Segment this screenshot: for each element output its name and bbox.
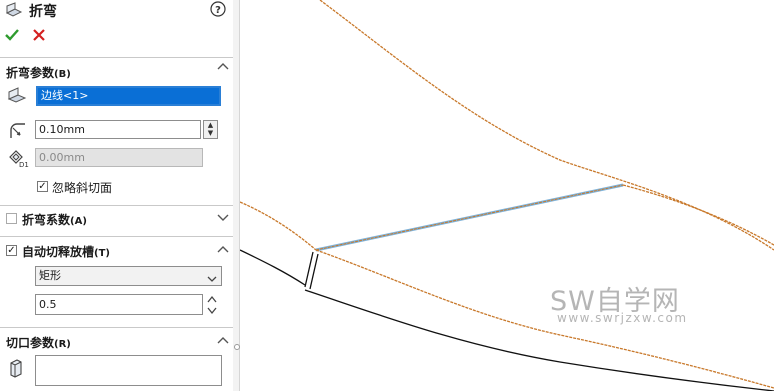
silhouette-edge-left xyxy=(240,249,306,286)
ignore-bevel-checkbox[interactable]: ✓ xyxy=(37,181,48,192)
property-manager-panel: 折弯 ? 折弯参数(B) 边线<1> 0.10mm ▲ ▼ D1 0.00mm … xyxy=(0,0,234,391)
relief-ratio-input[interactable]: 0.5 xyxy=(35,294,203,315)
help-icon[interactable]: ? xyxy=(210,1,226,20)
watermark-url: www.swrjzxw.com xyxy=(557,311,688,325)
bend-radius-spinner[interactable]: ▲ ▼ xyxy=(203,120,218,139)
chevron-up-icon[interactable] xyxy=(217,61,229,76)
silhouette-edge-bottom xyxy=(304,289,774,391)
flange-bottom-edge xyxy=(315,249,774,389)
graphics-viewport[interactable] xyxy=(240,0,774,391)
ok-button[interactable] xyxy=(4,27,20,46)
sheet-right-edge xyxy=(622,184,774,246)
bend-radius-input[interactable]: 0.10mm xyxy=(35,120,201,139)
edge-selection-box[interactable]: 边线<1> xyxy=(36,86,221,106)
edge-select-icon xyxy=(7,86,27,109)
spin-down-icon[interactable]: ▼ xyxy=(204,129,217,137)
cut-selection-box[interactable] xyxy=(35,355,222,386)
chevron-up-icon[interactable] xyxy=(217,244,229,259)
auto-relief-checkbox[interactable]: ✓ xyxy=(6,245,17,256)
spin-up-icon[interactable]: ▲ xyxy=(204,121,217,129)
bend-params-title[interactable]: 折弯参数(B) xyxy=(6,64,71,81)
feature-title: 折弯 xyxy=(29,4,57,20)
chevron-up-icon[interactable] xyxy=(217,335,229,350)
thickness-icon: D1 xyxy=(7,148,29,171)
sheet-outer-curve xyxy=(319,0,774,251)
bend-radius-icon xyxy=(7,120,27,143)
flange-top-edge xyxy=(240,201,317,251)
sheet-metal-bend-icon xyxy=(5,2,23,21)
ratio-spinner[interactable] xyxy=(206,294,218,319)
chevron-down-icon[interactable] xyxy=(217,211,229,226)
selected-bend-edge-line xyxy=(315,184,624,251)
check-icon xyxy=(5,29,19,41)
relief-notch xyxy=(304,251,319,290)
cut-face-icon xyxy=(7,358,25,381)
chevron-down-icon xyxy=(207,271,217,289)
bend-allowance-title[interactable]: 折弯系数(A) xyxy=(22,211,87,228)
bend-allowance-checkbox[interactable] xyxy=(6,213,17,224)
panel-splitter[interactable] xyxy=(233,0,240,391)
svg-text:?: ? xyxy=(215,5,221,16)
ignore-bevel-label: 忽略斜切面 xyxy=(52,181,113,195)
cut-params-title[interactable]: 切口参数(R) xyxy=(6,334,71,351)
close-icon xyxy=(33,29,45,41)
svg-text:D1: D1 xyxy=(19,161,29,168)
thickness-input: 0.00mm xyxy=(35,148,203,167)
cancel-button[interactable] xyxy=(32,28,46,45)
auto-relief-title[interactable]: 自动切释放槽(T) xyxy=(22,243,110,260)
relief-type-select[interactable]: 矩形 xyxy=(35,266,222,286)
